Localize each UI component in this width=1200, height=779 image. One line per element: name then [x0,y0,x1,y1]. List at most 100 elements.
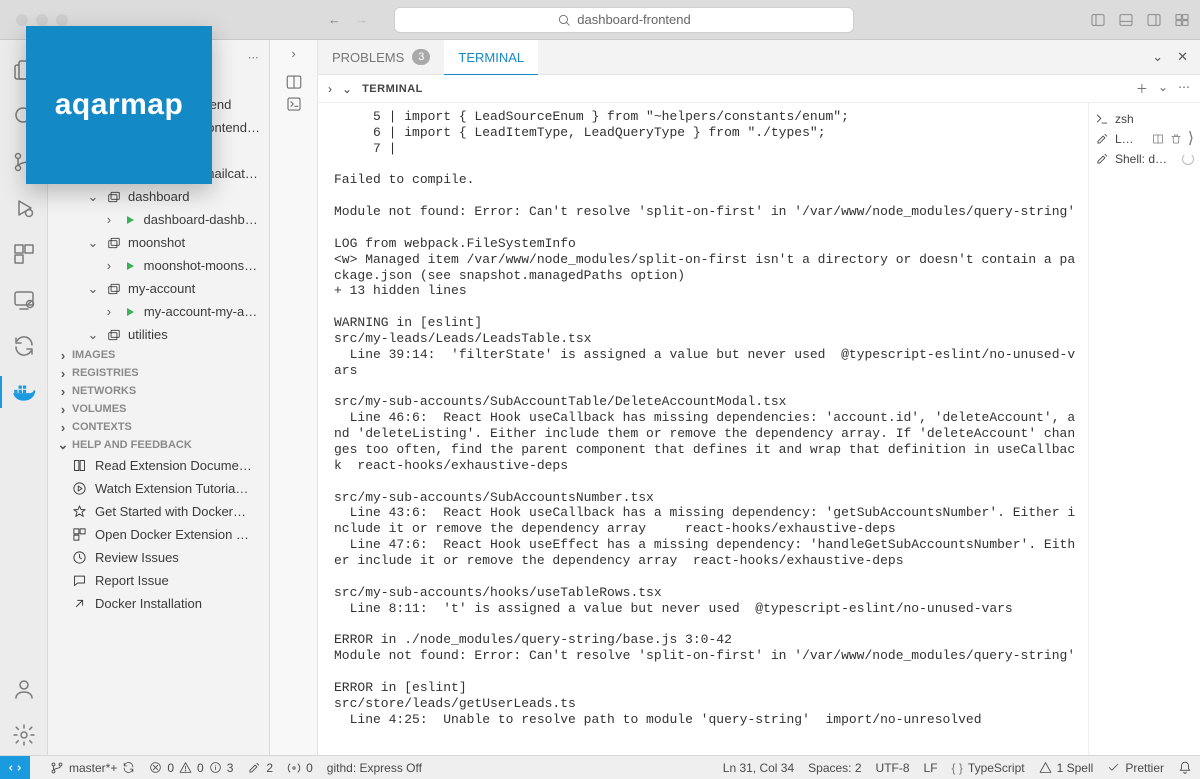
layout-right-icon[interactable] [1146,12,1162,28]
activity-docker[interactable] [0,372,48,412]
zoom-dot[interactable] [56,14,68,26]
help-item[interactable]: Watch Extension Tutoria… [48,477,269,500]
panel-actions: ⌄ ✕ [1152,40,1200,74]
activity-settings[interactable] [0,715,48,755]
status-eol[interactable]: LF [924,761,938,775]
sync-icon[interactable] [122,761,135,774]
minimize-dot[interactable] [36,14,48,26]
section-networks[interactable]: ›NETWORKS [48,382,269,400]
sync-icon [12,334,36,358]
tree-node-label: utilities [128,327,168,342]
sidebar-more-icon[interactable]: ⋯ [248,51,259,64]
layout-left-icon[interactable] [1090,12,1106,28]
status-prettier[interactable]: Prettier [1107,761,1164,775]
tree-node[interactable]: ⌄dashboard [48,185,269,208]
status-spaces[interactable]: Spaces: 2 [808,761,861,775]
terminal-output[interactable]: 5 | import { LeadSourceEnum } from "~hel… [318,103,1088,755]
status-diagnostics[interactable]: 0 0 3 [149,761,233,775]
chevron-right-icon[interactable]: › [328,82,332,96]
terminal-entry-l[interactable]: L… ⟩ [1095,129,1194,149]
tree-node[interactable]: ›dashboard-dashbo… [48,208,269,231]
debug-icon [12,196,36,220]
activity-remote[interactable] [0,280,48,320]
tree-node[interactable]: ⌄utilities [48,323,269,346]
help-item[interactable]: Docker Installation [48,592,269,615]
tab-problems[interactable]: PROBLEMS 3 [318,40,444,74]
nav-back-icon[interactable]: ← [328,12,341,27]
section-images[interactable]: ›IMAGES [48,346,269,364]
tree-node-label: moonshot [128,235,185,250]
status-position[interactable]: Ln 31, Col 34 [723,761,794,775]
status-radio[interactable]: 0 [287,761,313,775]
help-item[interactable]: Report Issue [48,569,269,592]
remote-icon [8,761,22,775]
status-language[interactable]: { }TypeScript [952,761,1025,775]
tree-node-label: moonshot-moonsh… [144,258,263,273]
close-icon[interactable]: ✕ [1177,49,1188,65]
chevron-down-icon[interactable]: ⌄ [1152,49,1163,65]
chevron-down-icon[interactable]: ⌄ [1158,80,1168,97]
layout-customize-icon[interactable] [1174,12,1190,28]
terminal-label: TERMINAL [362,83,423,95]
command-center[interactable]: dashboard-frontend [394,7,854,33]
trash-icon[interactable] [1170,133,1182,145]
new-terminal-icon[interactable]: ＋ [1136,80,1148,97]
help-item[interactable]: Open Docker Extension … [48,523,269,546]
tree-node[interactable]: ⌄moonshot [48,231,269,254]
panel-tabs: PROBLEMS 3 TERMINAL ⌄ ✕ [318,40,1200,75]
section-volumes[interactable]: ›VOLUMES [48,400,269,418]
terminal-entry-zsh[interactable]: zsh [1095,109,1194,129]
activity-extensions[interactable] [0,234,48,274]
help-item-label: Watch Extension Tutoria… [95,481,248,496]
layout-bottom-icon[interactable] [1118,12,1134,28]
section-help[interactable]: ⌄HELP AND FEEDBACK [48,436,269,454]
status-branch[interactable]: master*+ [50,761,135,775]
remote-indicator[interactable] [0,756,30,779]
tree-node[interactable]: ›my-account-my-ac… [48,300,269,323]
terminal-profile-icon[interactable] [285,95,303,113]
chevron-right-icon[interactable]: ⟩ [1188,133,1194,145]
play-icon [72,481,87,496]
error-icon [149,761,162,774]
more-icon[interactable]: ⋯ [1178,80,1190,97]
tools-icon [1095,132,1109,146]
info-icon [209,761,222,774]
status-githd[interactable]: githd: Express Off [327,761,422,775]
tree-node[interactable]: ⌄my-account [48,277,269,300]
chevron-down-icon[interactable]: ⌄ [342,82,352,96]
terminal-entry-shell[interactable]: Shell: d… [1095,149,1194,169]
terminal-split-icon[interactable] [285,73,303,91]
chevron-right-icon: › [102,304,116,319]
group-icon [106,236,122,250]
section-contexts[interactable]: ›CONTEXTS [48,418,269,436]
breadcrumb-outline: › [270,40,318,755]
window-controls[interactable] [16,14,68,26]
terminal-icon [1095,112,1109,126]
status-encoding[interactable]: UTF-8 [876,761,910,775]
nav-forward-icon[interactable]: → [355,12,368,27]
layout-controls [1090,12,1190,28]
link-icon [72,596,87,611]
docker-icon [11,379,37,405]
activity-sync[interactable] [0,326,48,366]
tree-node[interactable]: ›moonshot-moonsh… [48,254,269,277]
search-icon [557,13,571,27]
activity-account[interactable] [0,669,48,709]
group-icon [106,282,122,296]
activity-run[interactable] [0,188,48,228]
chevron-right-icon[interactable]: › [291,46,295,61]
section-registries[interactable]: ›REGISTRIES [48,364,269,382]
play-icon [122,260,138,272]
help-item[interactable]: Review Issues [48,546,269,569]
ext-icon [72,527,87,542]
status-ports[interactable]: 2 [247,761,273,775]
help-item[interactable]: Get Started with Docker… [48,500,269,523]
close-dot[interactable] [16,14,28,26]
help-item[interactable]: Read Extension Docume… [48,454,269,477]
help-item-label: Read Extension Docume… [95,458,252,473]
account-icon [12,677,36,701]
status-spell[interactable]: 1 Spell [1039,761,1094,775]
split-icon[interactable] [1152,133,1164,145]
status-bell[interactable] [1178,761,1192,775]
tab-terminal[interactable]: TERMINAL [444,40,538,74]
